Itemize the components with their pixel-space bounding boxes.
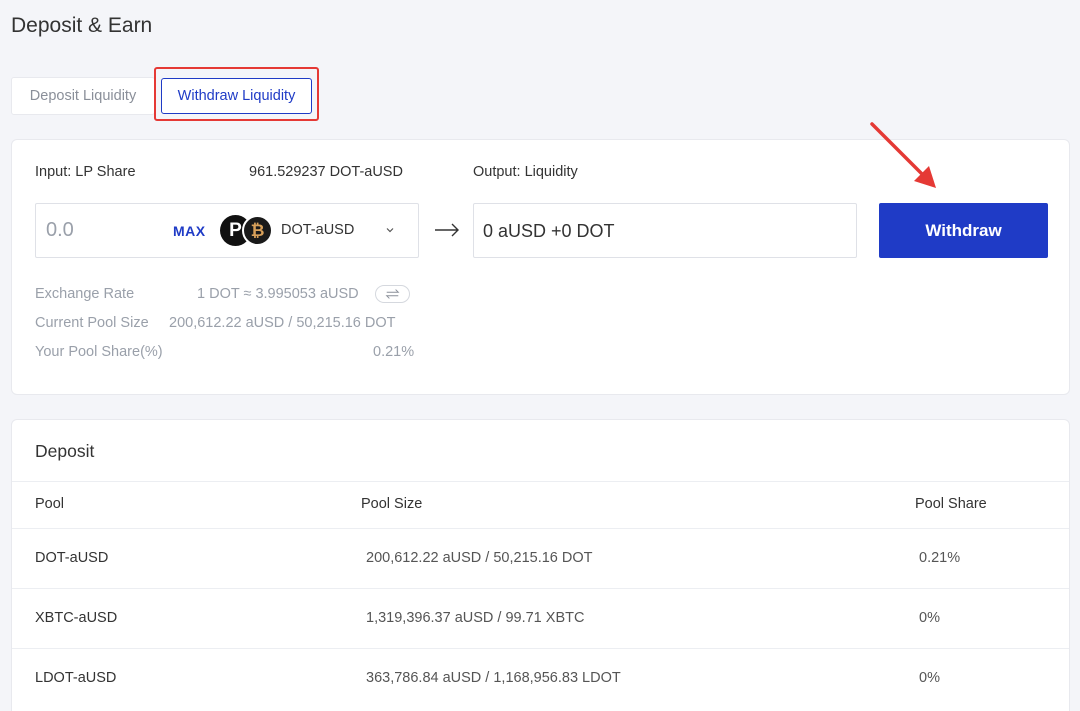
table-row[interactable]: XBTC-aUSD 1,319,396.37 aUSD / 99.71 XBTC… xyxy=(12,588,1069,648)
ausd-icon: ₿ xyxy=(242,215,273,246)
input-label: Input: LP Share xyxy=(35,164,136,180)
table-row[interactable]: DOT-aUSD 200,612.22 aUSD / 50,215.16 DOT… xyxy=(12,528,1069,588)
deposit-table-card: Deposit Pool Pool Size Pool Share DOT-aU… xyxy=(11,419,1070,711)
lp-amount-input[interactable] xyxy=(37,205,157,256)
table-row[interactable]: LDOT-aUSD 363,786.84 aUSD / 1,168,956.83… xyxy=(12,648,1069,708)
row-pool-size: 363,786.84 aUSD / 1,168,956.83 LDOT xyxy=(366,670,621,686)
row-pool-share: 0% xyxy=(919,610,940,626)
tab-deposit-liquidity[interactable]: Deposit Liquidity xyxy=(11,77,155,115)
deposit-title: Deposit xyxy=(35,441,95,461)
row-pool-size: 200,612.22 aUSD / 50,215.16 DOT xyxy=(366,550,593,566)
row-pool: LDOT-aUSD xyxy=(35,670,117,686)
withdraw-card: Input: LP Share 961.529237 DOT-aUSD Outp… xyxy=(11,139,1070,395)
header-pool-size: Pool Size xyxy=(361,496,423,512)
exchange-rate-value: 1 DOT ≈ 3.995053 aUSD xyxy=(197,286,359,302)
row-pool: DOT-aUSD xyxy=(35,550,109,566)
pool-size-value: 200,612.22 aUSD / 50,215.16 DOT xyxy=(169,315,396,331)
swap-icon[interactable] xyxy=(375,285,410,303)
row-pool-share: 0.21% xyxy=(919,550,961,566)
token-pair-icons: P ₿ xyxy=(220,215,276,247)
pool-share-label: Your Pool Share(%) xyxy=(35,344,163,360)
max-button[interactable]: MAX xyxy=(173,223,206,239)
lp-balance: 961.529237 DOT-aUSD xyxy=(249,164,403,180)
withdraw-button[interactable]: Withdraw xyxy=(879,203,1048,258)
chevron-down-icon[interactable] xyxy=(386,226,394,234)
row-pool-share: 0% xyxy=(919,670,940,686)
output-label: Output: Liquidity xyxy=(473,164,578,180)
output-value: 0 aUSD +0 DOT xyxy=(483,221,615,241)
row-pool-size: 1,319,396.37 aUSD / 99.71 XBTC xyxy=(366,610,585,626)
token-pair-selector[interactable]: DOT-aUSD xyxy=(281,222,354,238)
row-pool: XBTC-aUSD xyxy=(35,610,118,626)
arrow-right-icon xyxy=(435,223,459,237)
table-header: Pool Pool Size Pool Share xyxy=(12,481,1069,528)
page-title: Deposit & Earn xyxy=(11,14,153,37)
tab-withdraw-liquidity[interactable]: Withdraw Liquidity xyxy=(161,78,312,114)
liquidity-output-field: 0 aUSD +0 DOT xyxy=(473,203,857,258)
pool-size-label: Current Pool Size xyxy=(35,315,149,331)
pool-share-value: 0.21% xyxy=(373,344,415,360)
lp-amount-field: MAX P ₿ DOT-aUSD xyxy=(35,203,419,258)
header-pool: Pool xyxy=(35,496,65,512)
exchange-rate-label: Exchange Rate xyxy=(35,286,135,302)
header-pool-share: Pool Share xyxy=(915,496,987,512)
